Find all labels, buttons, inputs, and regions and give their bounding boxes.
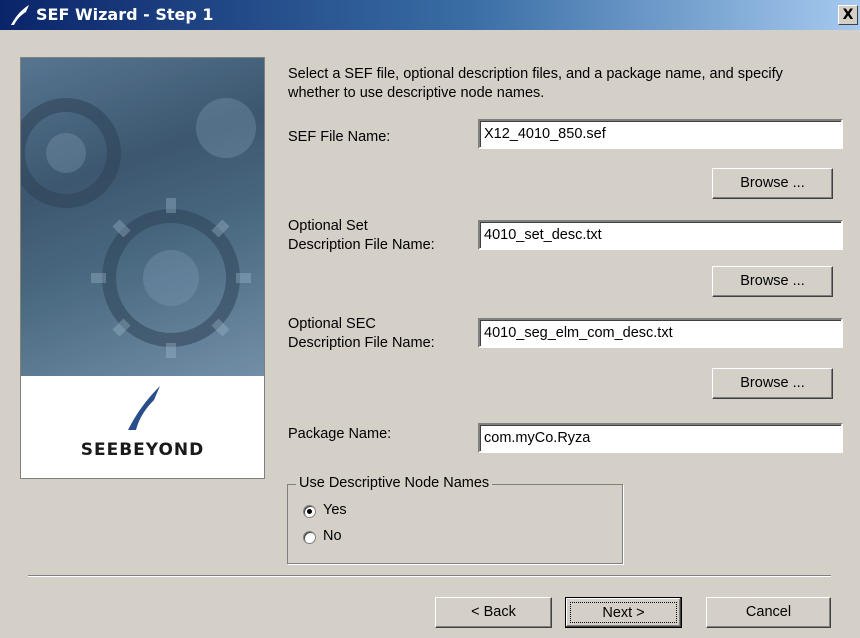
gears-illustration [21, 58, 264, 376]
brand-name: SEEBEYOND [80, 440, 205, 460]
sef-file-label: SEF File Name: [288, 129, 391, 145]
no-radio[interactable] [303, 531, 316, 544]
intro-text: Select a SEF file, optional description … [288, 66, 783, 101]
package-name-input[interactable] [478, 423, 843, 453]
yes-radio-label[interactable]: Yes [323, 502, 347, 518]
footer-separator [28, 575, 831, 577]
cancel-button[interactable]: Cancel [706, 597, 831, 628]
seebeyond-logo-icon [11, 5, 29, 25]
radio-selected-dot [307, 509, 312, 514]
yes-radio[interactable] [303, 505, 316, 518]
window-title: SEF Wizard - Step 1 [36, 5, 214, 24]
sec-desc-input[interactable] [478, 318, 843, 348]
seebeyond-swoosh-icon [128, 386, 160, 430]
sec-desc-label-line1: Optional SEC [288, 316, 376, 332]
group-legend: Use Descriptive Node Names [296, 475, 493, 491]
gears-image [21, 58, 264, 376]
set-desc-input[interactable] [478, 220, 843, 250]
sec-desc-label-line2: Description File Name: [288, 335, 435, 351]
set-desc-label-line2: Description File Name: [288, 237, 435, 253]
sef-wizard-window: SEF Wizard - Step 1 X SEEBEYOND Select a… [0, 0, 860, 638]
set-desc-label-line1: Optional Set [288, 218, 368, 234]
next-button[interactable]: Next > [565, 597, 682, 628]
back-button[interactable]: < Back [435, 597, 552, 628]
sec-desc-browse-button[interactable]: Browse ... [712, 368, 833, 399]
close-button[interactable]: X [838, 5, 858, 25]
descriptive-node-names-group: Use Descriptive Node Names Yes No [287, 475, 623, 564]
package-name-label: Package Name: [288, 426, 392, 442]
brand-area: SEEBEYOND [21, 376, 264, 478]
sef-file-input[interactable] [478, 119, 843, 149]
set-desc-browse-button[interactable]: Browse ... [712, 266, 833, 297]
wizard-banner: SEEBEYOND [20, 57, 265, 479]
next-button-label: Next > [570, 602, 677, 623]
close-icon: X [842, 7, 854, 23]
no-radio-label[interactable]: No [323, 528, 342, 544]
sef-browse-button[interactable]: Browse ... [712, 168, 833, 199]
title-bar[interactable]: SEF Wizard - Step 1 X [0, 0, 860, 30]
